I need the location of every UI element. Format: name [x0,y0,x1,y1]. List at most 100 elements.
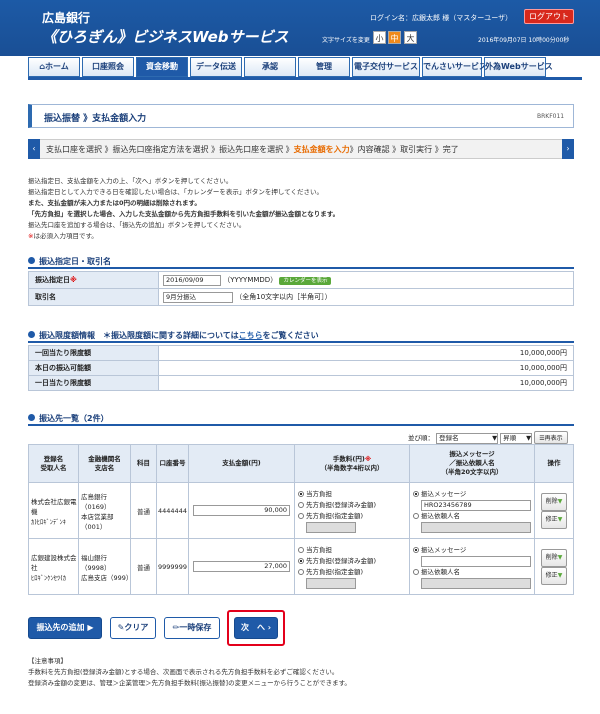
limit-today-label: 本日の振込可能額 [28,360,159,376]
main-nav: ⌂ホーム 口座照会 資金移動 データ伝送 承認 管理 電子交付サービス でんさい… [28,57,582,77]
col-amount: 支払金額(円) [188,444,295,483]
msg-radio[interactable]: 振込メッセージ [413,489,534,500]
chevron-right-icon: ▶ [87,623,94,632]
table-row: 広銀建設株式会社 ﾋﾛｷﾞﾝｹﾝｾﾂ(ｶ 福山銀行（9998） 広島支店（999） … [28,538,574,595]
payee-kana: ﾋﾛｷﾞﾝｹﾝｾﾂ(ｶ [31,573,67,582]
account-kind: 普通 [130,482,157,539]
fee-radio-specified[interactable]: 先方負担(指定金額) [298,511,409,522]
delete-button[interactable]: 削除▼ [540,492,568,511]
fee-radio-specified[interactable]: 先方負担(指定金額) [298,567,409,578]
section-date-title: 振込指定日・取引名 [28,256,111,267]
nav-approve[interactable]: 承認 [244,57,296,77]
nav-admin[interactable]: 管理 [298,57,350,77]
name-hint: （全角10文字以内［半角可］） [235,292,332,301]
payee-name: 株式会社広銀電機 [31,497,77,516]
limit-day-value: 10,000,000円 [158,375,574,391]
nav-transfer[interactable]: 資金移動 [136,57,188,77]
message-input[interactable]: HRO23456789 [421,499,531,511]
fee-input[interactable] [306,521,356,533]
bank-name: 福山銀行（9998） [81,553,111,572]
bank-logo: 広島銀行 [42,11,91,25]
chevron-right-icon: › [267,623,272,632]
note-5: 振込先口座を追加する場合は、「振込先の追加」ボタンを押してください。 [28,221,246,229]
section-line [28,424,574,426]
page-title: 振込振替 》支払金額入力 [44,114,147,124]
font-medium-button[interactable]: 中 [388,31,401,44]
redisplay-button[interactable]: ☰再表示 [534,431,568,444]
requester-radio[interactable]: 振込依頼人名 [413,511,534,522]
section-limit-title: 振込限度額情報 ＊振込限度額に関する詳細についてはこちらをご覧ください [28,330,319,341]
nav-densai[interactable]: でんさいサービス [422,57,487,77]
nav-account[interactable]: 口座照会 [82,57,134,77]
fee-radio-registered[interactable]: 先方負担(登録済み金額) [298,556,409,567]
nav-underline [28,77,582,80]
branch-name: 本店営業部（001） [81,512,114,531]
limit-once-value: 10,000,000円 [158,345,574,361]
requester-input[interactable] [421,577,531,589]
fee-radio-own[interactable]: 当方負担 [298,545,409,556]
nav-data[interactable]: データ伝送 [190,57,242,77]
font-large-button[interactable]: 大 [404,31,417,44]
login-datetime: 2016年09月07日 10時00分00秒 [478,37,570,44]
requester-input[interactable] [421,521,531,533]
sort-field-select[interactable]: 登録名 ▼ [436,433,499,444]
note-6: ※は必須入力項目です。 [28,232,98,240]
note-1: 振込指定日、支払金額を入力の上、「次へ」ボタンを押してください。 [28,177,233,185]
chevron-down-icon: ▼ [492,434,498,442]
edit-button[interactable]: 修正▼ [540,510,568,529]
edit-button[interactable]: 修正▼ [540,566,568,585]
chevron-down-icon: ▼ [557,497,563,505]
delete-button[interactable]: 削除▼ [540,548,568,567]
nav-forex[interactable]: 外為Webサービス [484,57,553,77]
limit-today-value: 10,000,000円 [158,360,574,376]
col-bank: 金融機関名 支店名 [78,444,131,483]
login-user: ログイン名：広銀太郎 様（マスターユーザ） [370,14,513,22]
bank-name: 広島銀行（0169） [81,492,111,511]
section-line [28,267,574,269]
branch-name: 広島支店（999） [81,573,133,582]
step-right-icon: › [562,139,574,159]
message-input[interactable] [421,555,531,567]
nav-home[interactable]: ⌂ホーム [28,57,80,77]
payee-table: 登録名 受取人名 金融機関名 支店名 科目 口座番号 支払金額(円) 手数料(円… [28,444,574,595]
date-input[interactable]: 2016/09/09 [163,274,221,286]
step-text: 支払口座を選択 》振込先口座指定方法を選択 》振込先口座を選択 》支払金額を入力… [46,145,459,154]
font-small-button[interactable]: 小 [373,31,386,44]
msg-radio[interactable]: 振込メッセージ [413,545,534,556]
add-payee-button[interactable]: 振込先の追加 ▶ [28,617,102,639]
sort-label: 並び順： [408,434,434,442]
amount-input[interactable]: 90,000 [193,505,290,516]
requester-radio[interactable]: 振込依頼人名 [413,567,534,578]
account-number: 9999999 [156,538,189,595]
fee-radio-registered[interactable]: 先方負担(登録済み金額) [298,500,409,511]
amount-input[interactable]: 27,000 [193,561,290,572]
caution-1: 手数料を先方負担(登録済み金額)とする場合、次画面で表示される先方負担手数料を必… [28,668,339,676]
date-hint: （YYYYMMDD） [223,275,278,284]
payee-name: 広銀建設株式会社 [31,553,77,572]
fee-radio-own[interactable]: 当方負担 [298,489,409,500]
service-title: 《ひろぎん》ビジネスWebサービス [42,28,289,46]
account-kind: 普通 [130,538,157,595]
date-table: 振込指定日※ 2016/09/09 （YYYYMMDD） カレンダーを表示 取引… [28,271,574,306]
chevron-down-icon: ▼ [526,434,532,442]
calendar-button[interactable]: カレンダーを表示 [279,276,332,285]
chevron-down-icon: ▼ [557,571,563,579]
next-button[interactable]: 次 へ › [234,617,278,639]
clear-button[interactable]: ✎クリア [110,617,156,639]
logout-button[interactable]: ログアウト [524,9,574,24]
fee-input[interactable] [306,577,356,589]
caution-title: 【注意事項】 [28,657,67,665]
font-size-label: 文字サイズを変更 [322,37,370,44]
nav-edelivery[interactable]: 電子交付サービス [352,57,420,77]
account-number: 4444444 [156,482,189,539]
save-button[interactable]: ✏一時保存 [164,617,220,639]
chevron-down-icon: ▼ [557,553,563,561]
col-ops: 操作 [534,444,574,483]
name-input[interactable]: 9月分振込 [163,291,233,303]
note-2: 振込指定日として入力できる日を確認したい場合は、「カレンダーを表示」ボタンを押し… [28,188,324,196]
chevron-down-icon: ▼ [557,515,563,523]
limit-detail-link[interactable]: こちら [239,331,263,340]
current-step: 支払金額を入力 [293,145,350,154]
col-msg: 振込メッセージ ／振込依頼人名 （半角20文字以内） [409,444,535,483]
sort-order-select[interactable]: 昇順 ▼ [500,433,533,444]
